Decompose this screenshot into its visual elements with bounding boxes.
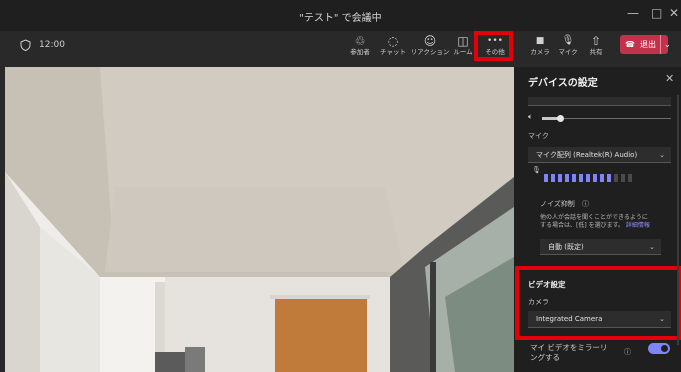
volume-slider-thumb[interactable] (557, 115, 564, 122)
chat-icon: ◌ (387, 34, 399, 48)
camera-view-image (5, 67, 514, 372)
camera-section-label: カメラ (528, 298, 549, 306)
camera-device-select[interactable]: Integrated Camera ⌄ (528, 311, 671, 328)
reaction-label: リアクション (410, 48, 450, 56)
mic-level-bar (586, 174, 590, 182)
minimize-button[interactable]: — (627, 6, 639, 20)
toggle-knob (661, 345, 668, 352)
mic-level-bar (565, 174, 569, 182)
noise-suppression-value: 自動 (既定) (548, 243, 584, 251)
camera-device-value: Integrated Camera (536, 315, 603, 323)
noise-suppression-description: 他の人が会話を聞くことができるように する場合は、[低] を選びます。 詳細情報 (540, 214, 650, 230)
phone-hangup-icon: ☎ (625, 40, 635, 49)
share-label: 共有 (589, 48, 603, 56)
close-window-button[interactable]: ✕ (669, 6, 679, 20)
teams-meeting-window: "テスト" で会議中 — □ ✕ 12:00 ♲ 参加者 ◌ チャット ☺ リア… (0, 0, 681, 372)
panel-close-icon[interactable]: ✕ (665, 72, 674, 85)
mic-level-bar (551, 174, 555, 182)
speaker-dropdown[interactable] (528, 97, 671, 106)
mic-device-select[interactable]: マイク配列 (Realtek(R) Audio) ⌄ (528, 147, 671, 163)
mic-level-bar (600, 174, 604, 182)
leave-button[interactable]: ☎ 退出 ⌄ (620, 35, 671, 54)
panel-scrollbar[interactable] (677, 95, 679, 345)
mic-level-bar (572, 174, 576, 182)
chat-label: チャット (380, 48, 406, 56)
mic-level-bar (593, 174, 597, 182)
mirror-video-label: マイ ビデオをミラーリ ングする (530, 343, 607, 363)
share-icon: ⇧ (590, 34, 602, 48)
noise-suppression-text: ノイズ抑制 (540, 200, 575, 208)
shield-icon (20, 39, 31, 51)
reaction-icon: ☺ (423, 34, 437, 48)
participants-icon: ♲ (354, 34, 366, 48)
reaction-button[interactable]: ☺ リアクション (410, 32, 450, 64)
chevron-down-icon: ⌄ (659, 315, 665, 323)
noise-desc-line-2: する場合は、[低] を選びます。 詳細情報 (540, 222, 650, 230)
participants-button[interactable]: ♲ 参加者 (342, 32, 378, 64)
mic-level-bar (544, 174, 548, 182)
maximize-button[interactable]: □ (651, 6, 662, 20)
speaker-volume-icon: 🔈︎ (528, 112, 533, 121)
leave-label: 退出 (640, 40, 656, 49)
share-button[interactable]: ⇧ 共有 (578, 32, 614, 64)
mirror-video-toggle[interactable] (648, 343, 670, 354)
window-title: "テスト" で会議中 (299, 13, 382, 24)
panel-title: デバイスの設定 (528, 78, 598, 89)
video-feed (5, 67, 514, 372)
info-icon[interactable]: ⓘ (624, 347, 631, 357)
mic-level-bar (579, 174, 583, 182)
timer-text: 12:00 (39, 40, 65, 50)
title-bar: "テスト" で会議中 — □ ✕ (0, 0, 681, 31)
meeting-toolbar: 12:00 ♲ 参加者 ◌ チャット ☺ リアクション ◫ ルーム ••• その… (0, 31, 681, 67)
noise-suppression-select[interactable]: 自動 (既定) ⌄ (540, 239, 661, 255)
noise-desc-line-1: 他の人が会話を聞くことができるように (540, 214, 648, 221)
mic-section-label: マイク (528, 132, 549, 140)
learn-more-link[interactable]: 詳細情報 (626, 222, 650, 229)
meeting-timer: 12:00 (20, 39, 65, 51)
chat-button[interactable]: ◌ チャット (375, 32, 411, 64)
participants-label: 参加者 (350, 48, 370, 56)
chevron-down-icon: ⌄ (659, 151, 665, 159)
mic-level-bar (628, 174, 632, 182)
leave-options-chevron-icon[interactable]: ⌄ (660, 35, 671, 54)
video-settings-heading: ビデオ設定 (528, 280, 566, 289)
mic-level-bar (558, 174, 562, 182)
mirror-label-line-1: マイ ビデオをミラーリ (530, 343, 608, 352)
noise-desc-line-2-text: する場合は、[低] を選びます。 (540, 222, 624, 229)
more-button-highlight (474, 31, 513, 61)
mirror-label-line-2: ングする (530, 353, 560, 362)
chevron-down-icon: ⌄ (649, 243, 655, 251)
mic-level-meter (544, 167, 635, 182)
device-settings-panel: デバイスの設定 ✕ 🔈︎ マイク マイク配列 (Realtek(R) Audio… (514, 67, 681, 372)
mic-level-bar (621, 174, 625, 182)
noise-suppression-label: ノイズ抑制 ⓘ (540, 199, 589, 209)
info-icon[interactable]: ⓘ (582, 200, 589, 208)
mic-device-value: マイク配列 (Realtek(R) Audio) (536, 151, 638, 159)
mic-level-bar (614, 174, 618, 182)
mic-level-icon: 🎙︎ (532, 166, 541, 174)
mic-level-bar (607, 174, 611, 182)
